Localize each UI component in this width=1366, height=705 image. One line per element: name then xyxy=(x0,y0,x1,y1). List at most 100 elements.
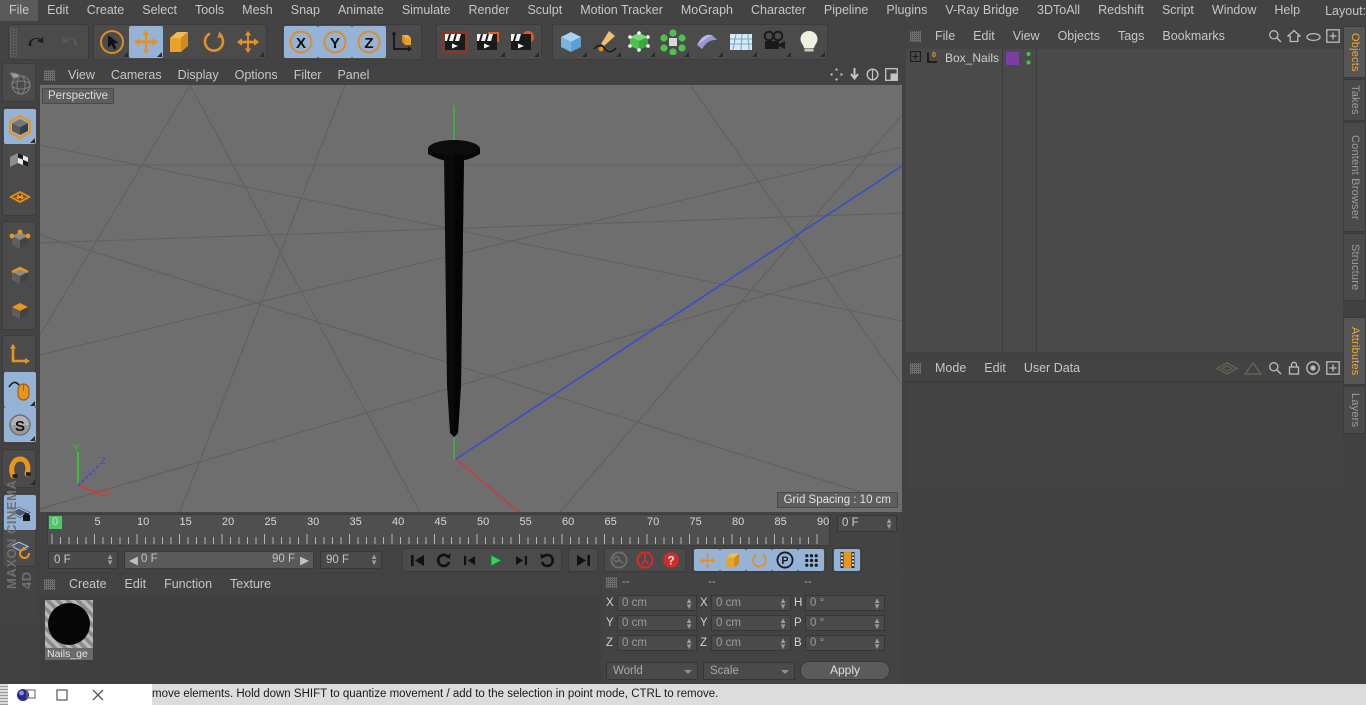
object-manager-menu-tags[interactable]: Tags xyxy=(1109,26,1153,47)
menu-item-render[interactable]: Render xyxy=(459,0,518,21)
rotation-p-field[interactable]: 0 ° ▲ ▼ xyxy=(805,615,885,631)
drag-tool[interactable] xyxy=(231,26,265,58)
material-menu-create[interactable]: Create xyxy=(60,575,116,594)
add-cube-button[interactable] xyxy=(554,26,588,58)
scale-key-button[interactable] xyxy=(720,549,746,571)
vertical-tab-objects[interactable]: Objects xyxy=(1343,26,1366,78)
next-nav-icon[interactable] xyxy=(1243,361,1263,378)
next-keyframe-button[interactable] xyxy=(534,549,560,571)
material-swatch[interactable] xyxy=(45,600,93,648)
spinner-icon[interactable]: ▲ ▼ xyxy=(873,597,881,611)
live-selection-tool[interactable] xyxy=(95,26,129,58)
viewport-menu-filter[interactable]: Filter xyxy=(286,66,330,85)
object-manager-menu-bookmarks[interactable]: Bookmarks xyxy=(1153,26,1234,47)
spinner-icon[interactable]: ▲ ▼ xyxy=(685,597,693,611)
spinner-icon[interactable]: ▲ ▼ xyxy=(873,637,881,651)
timeline-start-field[interactable]: 0 F ▲ ▼ xyxy=(48,551,118,569)
material-menu-texture[interactable]: Texture xyxy=(221,575,280,594)
render-settings-button[interactable] xyxy=(506,26,540,58)
workplane-mode-button[interactable] xyxy=(4,179,36,214)
menu-item-sculpt[interactable]: Sculpt xyxy=(518,0,571,21)
lock-z-axis-button[interactable]: Z xyxy=(352,26,386,58)
menu-item-motion-tracker[interactable]: Motion Tracker xyxy=(571,0,672,21)
target-icon[interactable] xyxy=(1306,361,1320,378)
size-z-field[interactable]: 0 cm ▲ ▼ xyxy=(711,635,791,651)
make-editable-globe-button[interactable] xyxy=(4,65,36,100)
rotation-h-field[interactable]: 0 ° ▲ ▼ xyxy=(805,595,885,611)
viewport-3d[interactable]: Perspective Grid Spacing : 10 cm Y X Z xyxy=(40,85,902,512)
spinner-icon[interactable]: ▲ ▼ xyxy=(685,637,693,651)
toolbar-grip[interactable] xyxy=(10,27,17,57)
record-active-objects-button[interactable] xyxy=(606,549,632,571)
generators-button[interactable] xyxy=(622,26,656,58)
eye-icon[interactable] xyxy=(1306,31,1321,45)
polygons-mode-button[interactable] xyxy=(4,293,36,328)
pla-key-button[interactable] xyxy=(798,549,824,571)
object-manager-menu-edit[interactable]: Edit xyxy=(964,26,1004,47)
search-icon[interactable] xyxy=(1268,361,1282,378)
spinner-icon[interactable]: ▲ ▼ xyxy=(779,637,787,651)
size-y-field[interactable]: 0 cm ▲ ▼ xyxy=(711,615,791,631)
camera-button[interactable] xyxy=(758,26,792,58)
menu-item-3dtoall[interactable]: 3DToAll xyxy=(1028,0,1089,21)
lock-icon[interactable] xyxy=(1288,361,1300,378)
viewport-menu-display[interactable]: Display xyxy=(170,66,227,85)
zoom-view-icon[interactable] xyxy=(849,68,860,84)
attribute-menu-mode[interactable]: Mode xyxy=(926,358,975,379)
menu-item-create[interactable]: Create xyxy=(78,0,134,21)
close-icon[interactable] xyxy=(80,684,116,705)
rotation-b-field[interactable]: 0 ° ▲ ▼ xyxy=(805,635,885,651)
rotate-view-icon[interactable] xyxy=(866,68,879,84)
menu-item-character[interactable]: Character xyxy=(742,0,815,21)
menu-item-select[interactable]: Select xyxy=(133,0,186,21)
soft-selection-button[interactable]: S xyxy=(4,407,36,442)
timeline-film-button[interactable] xyxy=(834,549,860,571)
move-tool[interactable] xyxy=(129,26,163,58)
points-mode-button[interactable] xyxy=(4,223,36,258)
play-button[interactable] xyxy=(482,549,508,571)
object-manager-menu-objects[interactable]: Objects xyxy=(1049,26,1109,47)
home-icon[interactable] xyxy=(1286,29,1302,46)
go-to-end-button[interactable] xyxy=(570,549,596,571)
spinner-icon[interactable]: ▲ ▼ xyxy=(779,597,787,611)
redo-button[interactable] xyxy=(53,26,87,58)
keyframe-selection-button[interactable]: ? xyxy=(658,549,684,571)
panel-grip-icon[interactable] xyxy=(44,70,55,81)
plus-box-icon[interactable] xyxy=(1326,29,1340,46)
search-icon[interactable] xyxy=(1268,29,1282,46)
menu-item-help[interactable]: Help xyxy=(1265,0,1309,21)
menu-item-pipeline[interactable]: Pipeline xyxy=(815,0,877,21)
attribute-menu-user-data[interactable]: User Data xyxy=(1015,358,1089,379)
step-forward-button[interactable] xyxy=(508,549,534,571)
menu-item-script[interactable]: Script xyxy=(1153,0,1203,21)
model-mode-button[interactable] xyxy=(4,109,36,144)
panel-grip-icon[interactable] xyxy=(910,363,921,374)
rotation-key-button[interactable] xyxy=(746,549,772,571)
panel-grip-icon[interactable] xyxy=(44,579,55,590)
position-y-field[interactable]: 0 cm ▲ ▼ xyxy=(617,615,697,631)
rotate-tool[interactable] xyxy=(197,26,231,58)
autokeying-button[interactable] xyxy=(632,549,658,571)
range-left-arrow-icon[interactable]: ◀ xyxy=(129,553,138,567)
lock-x-axis-button[interactable]: X xyxy=(284,26,318,58)
coordinate-system-dropdown[interactable]: World xyxy=(606,661,698,680)
vertical-tab-takes[interactable]: Takes xyxy=(1343,79,1366,121)
object-manager-menu-file[interactable]: File xyxy=(926,26,964,47)
edges-mode-button[interactable] xyxy=(4,258,36,293)
menu-item-redshift[interactable]: Redshift xyxy=(1089,0,1153,21)
app-icon[interactable] xyxy=(8,684,44,705)
minimize-icon[interactable] xyxy=(44,684,80,705)
attribute-menu-edit[interactable]: Edit xyxy=(975,358,1015,379)
spinner-icon[interactable]: ▲ ▼ xyxy=(779,617,787,631)
attribute-content-area[interactable] xyxy=(906,381,1343,488)
menu-item-tools[interactable]: Tools xyxy=(186,0,233,21)
menu-item-mesh[interactable]: Mesh xyxy=(233,0,282,21)
timeline-frame-field[interactable]: 0 F ▲ ▼ xyxy=(837,515,897,532)
mograph-button[interactable] xyxy=(656,26,690,58)
spinner-icon[interactable]: ▲ ▼ xyxy=(685,617,693,631)
menu-item-edit[interactable]: Edit xyxy=(38,0,78,21)
vertical-tab-structure[interactable]: Structure xyxy=(1343,233,1366,301)
previous-keyframe-button[interactable] xyxy=(430,549,456,571)
panel-grip-icon[interactable] xyxy=(606,576,617,588)
prev-nav-icon[interactable] xyxy=(1215,361,1239,378)
